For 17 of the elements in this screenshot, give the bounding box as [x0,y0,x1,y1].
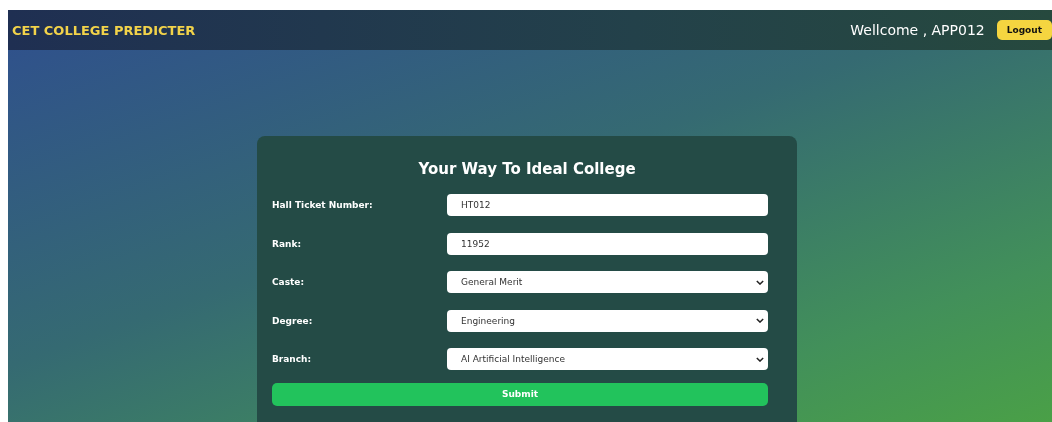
chevron-down-icon [756,356,764,362]
field-label: Rank: [272,238,302,249]
input-field[interactable]: HT012 [447,194,768,216]
input-field[interactable]: 11952 [447,232,768,255]
logout-button[interactable]: Logout [996,20,1052,40]
welcome-text: Wellcome , APP012 [850,22,985,38]
field-label: Degree: [272,315,314,326]
brand-title: CET COLLEGE PREDICTER [12,22,196,38]
field-label: Hall Ticket Number: [272,200,374,210]
field-label: Caste: [272,277,306,287]
dropdown-field[interactable]: Engineering [447,309,768,332]
form-title: Your Way To Ideal College [417,160,637,178]
dropdown-field[interactable]: AI Artificial Intelligence [447,348,768,370]
chevron-down-icon [756,279,764,285]
field-label: Branch: [272,354,313,364]
chevron-down-icon [756,318,764,323]
dropdown-field[interactable]: General Merit [447,271,768,293]
